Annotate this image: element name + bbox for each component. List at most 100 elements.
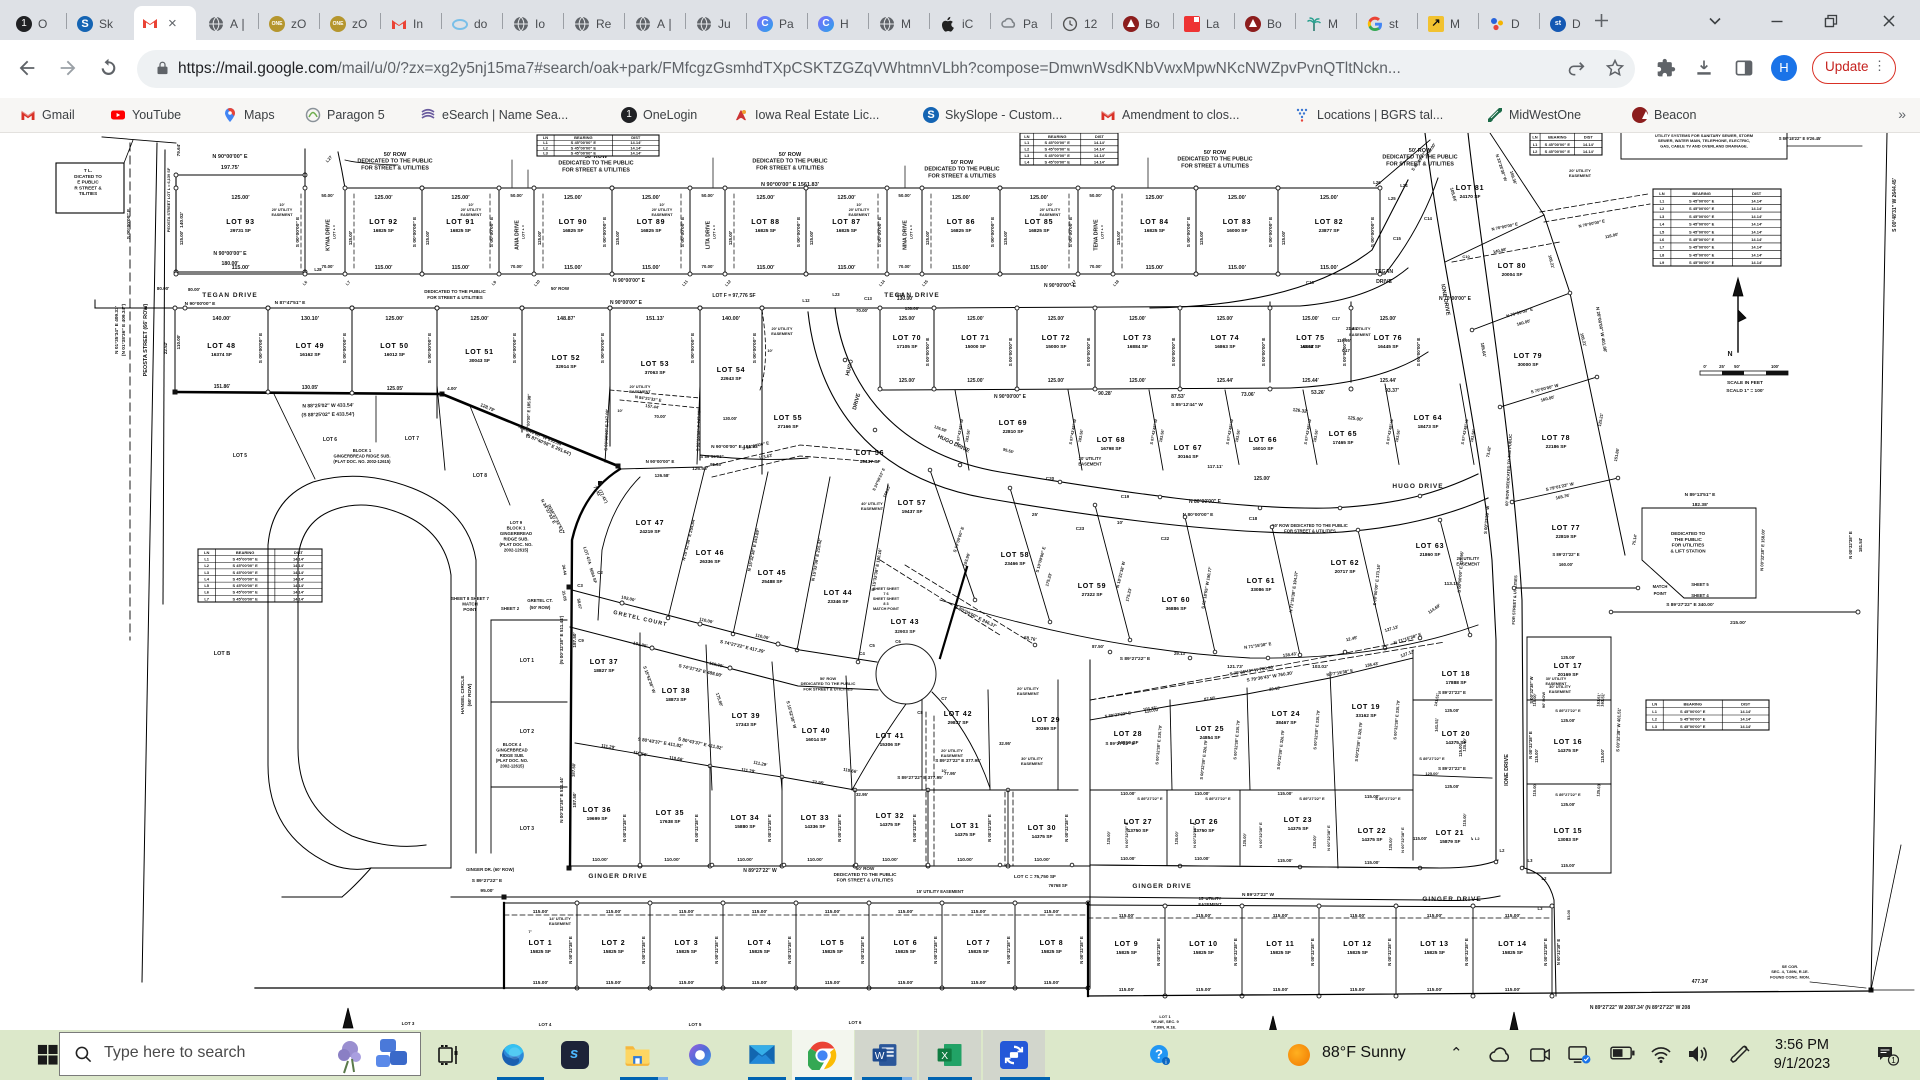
svg-text:70.00′: 70.00′ (321, 264, 333, 269)
svg-text:N 00°32′38″ E: N 00°32′38″ E (1310, 938, 1315, 966)
svg-text:183.56′: 183.56′ (1234, 429, 1241, 443)
svg-text:125.03′: 125.03′ (1595, 783, 1601, 797)
svg-text:23877 SF: 23877 SF (1319, 228, 1340, 234)
svg-text:L13: L13 (896, 292, 904, 297)
svg-text:LOT 24: LOT 24 (1272, 711, 1301, 718)
svg-text:S 00°32′38″ E 315.79′: S 00°32′38″ E 315.79′ (1232, 720, 1240, 760)
svg-text:N 00°32′38″ E: N 00°32′38″ E (1543, 938, 1548, 966)
svg-text:477.34′: 477.34′ (1692, 979, 1709, 985)
svg-text:L2: L2 (543, 145, 548, 150)
svg-text:15′ UTILITY: 15′ UTILITY (1199, 896, 1222, 901)
svg-text:LOT 44: LOT 44 (824, 590, 853, 597)
svg-text:S 00°00′00″ E: S 00°00′00″ E (690, 332, 696, 363)
svg-text:70.00′: 70.00′ (510, 264, 522, 269)
svg-text:L5: L5 (204, 583, 209, 588)
svg-text:14.14′: 14.14′ (1094, 147, 1105, 152)
svg-text:THE PUBLIC: THE PUBLIC (1674, 537, 1702, 542)
svg-text:50.00′: 50.00′ (898, 193, 910, 198)
svg-text:N 89°27′22″ W: N 89°27′22″ W (743, 868, 777, 874)
svg-text:115.00′: 115.00′ (452, 265, 471, 271)
svg-text:LOT 35: LOT 35 (656, 810, 685, 817)
svg-text:LOT 45: LOT 45 (758, 570, 787, 577)
svg-text:183.56′: 183.56′ (964, 429, 971, 443)
svg-text:125.00′: 125.00′ (385, 316, 404, 322)
svg-text:125.00′: 125.00′ (1281, 231, 1286, 245)
svg-text:S 74°27′22″ E 417.29′: S 74°27′22″ E 417.29′ (720, 639, 766, 654)
svg-text:14375 SF: 14375 SF (955, 832, 976, 838)
svg-text:LOT 6: LOT 6 (894, 940, 918, 947)
svg-text:EASEMENT: EASEMENT (848, 213, 870, 217)
svg-text:126.58′: 126.58′ (655, 473, 670, 478)
svg-text:LOT 10: LOT 10 (1189, 941, 1218, 948)
svg-text:S 45°00'00" E: S 45°00'00" E (1689, 214, 1715, 219)
svg-text:S 00°32′38″ W 401.51′: S 00°32′38″ W 401.51′ (1615, 708, 1622, 752)
svg-text:S 00°32′38″ W: S 00°32′38″ W (1529, 676, 1534, 703)
svg-text:S 89°27′22″ E: S 89°27′22″ E (1552, 552, 1579, 557)
svg-text:L4: L4 (1660, 222, 1665, 227)
svg-text:15306 SF: 15306 SF (880, 742, 901, 748)
svg-text:7 6: 7 6 (883, 592, 888, 596)
svg-text:LN: LN (204, 550, 209, 555)
svg-text:SHEET SHEET: SHEET SHEET (873, 587, 900, 591)
svg-text:LOT 18: LOT 18 (1442, 671, 1471, 678)
svg-text:FOR UTILITIES: FOR UTILITIES (1672, 543, 1705, 548)
svg-text:TENA DRIVE: TENA DRIVE (1094, 219, 1100, 251)
svg-text:C23: C23 (1076, 526, 1085, 531)
svg-text:LOT 40: LOT 40 (802, 728, 831, 735)
svg-text:16162 SF: 16162 SF (300, 352, 321, 358)
svg-text:S 89°27′22″ E 340.00′: S 89°27′22″ E 340.00′ (1666, 602, 1714, 608)
svg-text:LOT 32: LOT 32 (876, 813, 905, 820)
svg-text:FOR STREET & UTILITIES: FOR STREET & UTILITIES (562, 167, 630, 173)
svg-text:14375 SF: 14375 SF (1288, 826, 1309, 832)
svg-text:90′ ROW: 90′ ROW (1541, 692, 1546, 709)
svg-text:110.00′: 110.00′ (1121, 791, 1137, 796)
svg-text:S 89°27′22″ E 377.95′: S 89°27′22″ E 377.95′ (897, 775, 943, 780)
svg-text:19437 SF: 19437 SF (902, 509, 923, 515)
svg-text:S 89°27′22″ E: S 89°27′22″ E (1299, 796, 1325, 801)
svg-text:LOT 86: LOT 86 (947, 219, 976, 226)
svg-text:16445 SF: 16445 SF (1378, 344, 1399, 350)
svg-text:LOT 8: LOT 8 (1040, 940, 1064, 947)
svg-text:LOT 3: LOT 3 (402, 1021, 415, 1026)
svg-text:14375 SF: 14375 SF (1032, 834, 1053, 840)
svg-text:EASEMENT: EASEMENT (1349, 332, 1371, 337)
svg-text:14.14′: 14.14′ (1740, 724, 1751, 729)
svg-text:FOR STREET & UTILITIES: FOR STREET & UTILITIES (1181, 163, 1249, 169)
svg-text:LOT 47A: LOT 47A (582, 546, 593, 566)
svg-text:EASEMENT: EASEMENT (651, 213, 673, 217)
svg-text:N 00°32′38″ E: N 00°32′38″ E (694, 814, 699, 842)
svg-text:140.02′: 140.02′ (179, 211, 185, 228)
svg-text:EASEMENT: EASEMENT (1021, 761, 1044, 766)
svg-text:N 00°32′38″ E: N 00°32′38″ E (912, 814, 917, 842)
svg-text:N 90°00′00″ E: N 90°00′00″ E (185, 301, 217, 307)
svg-text:C14: C14 (1424, 216, 1432, 221)
svg-text:LOT 3: LOT 3 (520, 826, 534, 832)
svg-text:EASEMENT: EASEMENT (1456, 561, 1480, 566)
svg-text:115.00′: 115.00′ (1146, 265, 1165, 271)
svg-text:LOT 4: LOT 4 (539, 1022, 552, 1027)
svg-text:LOT B: LOT B (214, 651, 231, 657)
svg-text:LOT 55: LOT 55 (774, 415, 803, 422)
svg-text:14.14′: 14.14′ (1751, 252, 1762, 257)
svg-text:LOT 72: LOT 72 (1042, 335, 1071, 342)
svg-text:70.00′: 70.00′ (856, 308, 868, 313)
svg-text:N 15°32′38″ E 215.42′: N 15°32′38″ E 215.42′ (810, 538, 822, 581)
svg-text:L26: L26 (1373, 180, 1381, 185)
svg-text:LOT 46: LOT 46 (696, 550, 725, 557)
svg-text:N 90°00′00″ E: N 90°00′00″ E (1044, 283, 1077, 289)
svg-text:L3: L3 (1652, 724, 1657, 729)
svg-text:N 90°00′00″ E: N 90°00′00″ E (213, 251, 247, 257)
svg-text:15825 SF: 15825 SF (530, 949, 551, 955)
svg-text:C13: C13 (864, 296, 872, 301)
svg-text:DIST: DIST (1741, 702, 1751, 707)
svg-text:S 45°00'00" E: S 45°00'00" E (1045, 147, 1071, 152)
svg-text:S 45°00'00" E: S 45°00'00" E (1545, 149, 1571, 154)
svg-text:DIST: DIST (631, 135, 641, 140)
svg-text:LOT 7: LOT 7 (967, 940, 991, 947)
svg-text:115.00′: 115.00′ (1532, 783, 1538, 796)
svg-text:33162 SF: 33162 SF (1356, 713, 1377, 719)
svg-text:T.89N, R.1E.: T.89N, R.1E. (1154, 1024, 1177, 1029)
svg-text:125.00′: 125.00′ (470, 316, 489, 322)
svg-text:S 45°00'00" E: S 45°00'00" E (232, 596, 258, 601)
svg-text:MATCH: MATCH (462, 602, 478, 607)
